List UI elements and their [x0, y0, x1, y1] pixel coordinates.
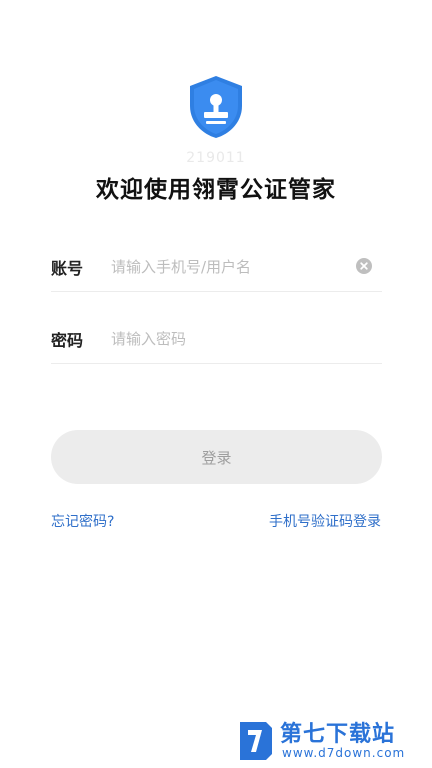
watermark-name: 第七下载站	[280, 722, 396, 747]
welcome-title: 欢迎使用翎霄公证管家	[96, 177, 336, 203]
account-label: 账号	[51, 259, 84, 278]
d7-logo-icon	[240, 722, 272, 760]
notary-shield-stamp-icon	[190, 76, 242, 138]
account-input[interactable]	[111, 253, 351, 281]
sms-login-link[interactable]: 手机号验证码登录	[269, 511, 381, 531]
site-watermark: 第七下载站 www.d7down.com	[236, 716, 426, 766]
password-field-row: 密码	[51, 317, 382, 364]
account-field-row: 账号	[51, 245, 382, 292]
clear-circle-icon[interactable]	[356, 258, 372, 274]
login-button[interactable]: 登录	[51, 430, 382, 484]
forgot-password-link[interactable]: 忘记密码?	[51, 511, 114, 531]
password-label: 密码	[51, 331, 84, 350]
app-logo	[186, 74, 246, 140]
version-code: 219011	[186, 150, 246, 166]
password-input[interactable]	[111, 325, 351, 353]
watermark-url: www.d7down.com	[282, 746, 406, 760]
